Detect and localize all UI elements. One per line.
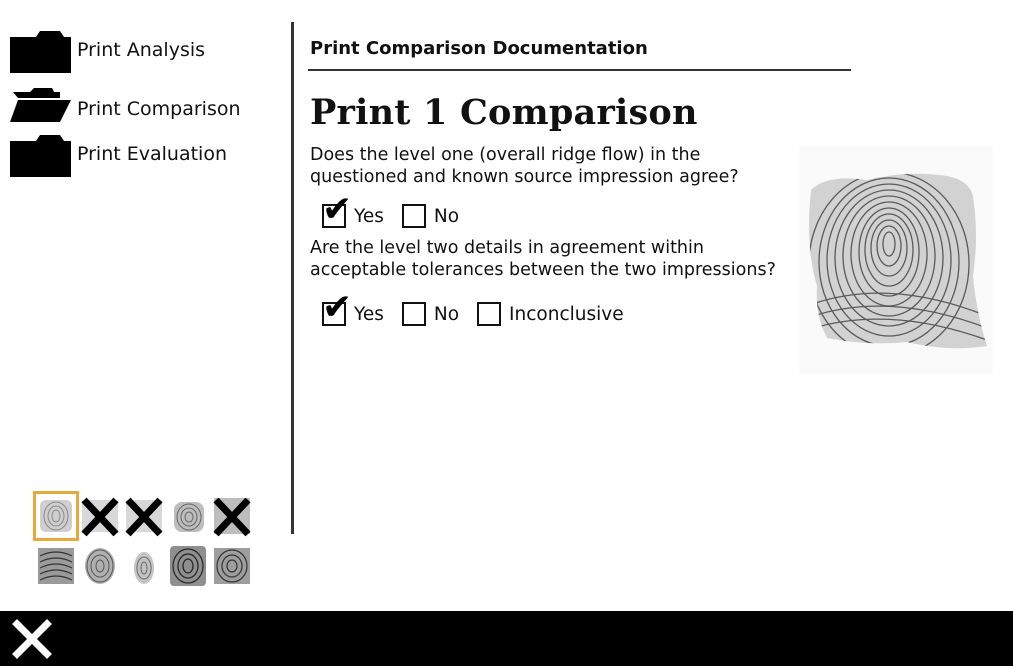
- folder-closed-icon: [10, 131, 71, 177]
- option-label: No: [433, 303, 460, 325]
- checkbox[interactable]: [477, 302, 502, 326]
- checkbox[interactable]: ✔: [322, 290, 352, 326]
- bottom-toolbar: [0, 611, 1013, 666]
- sidebar-item-label: Print Evaluation: [77, 143, 227, 165]
- sidebar-item-print-evaluation[interactable]: Print Evaluation: [10, 131, 227, 177]
- fingerprint-icon: [174, 502, 204, 532]
- fingerprint-icon: [170, 546, 206, 586]
- checkmark-icon: ✔: [322, 189, 353, 230]
- question-level-two: Are the level two details in agreement w…: [310, 238, 776, 280]
- option-label: Yes: [354, 205, 384, 227]
- sidebar-item-print-comparison[interactable]: Print Comparison: [10, 86, 241, 132]
- sidebar-item-label: Print Analysis: [77, 39, 206, 61]
- thumbnail-print-5[interactable]: [212, 494, 252, 538]
- header-divider: [308, 69, 851, 71]
- fingerprint-icon: [85, 548, 115, 584]
- fingerprint-image: [797, 146, 993, 374]
- folder-closed-icon: [10, 27, 71, 73]
- thumbnail-print-6[interactable]: [36, 544, 76, 588]
- option-inconclusive[interactable]: Inconclusive: [477, 302, 624, 326]
- checkmark-icon: ✔: [322, 287, 353, 328]
- thumbnail-print-9[interactable]: [168, 544, 208, 588]
- thumbnail-print-1[interactable]: [33, 491, 79, 541]
- fingerprint-icon: [38, 548, 74, 584]
- option-yes[interactable]: ✔ Yes: [322, 192, 384, 228]
- sidebar: Print Analysis Print Comparison Print Ev…: [0, 0, 292, 610]
- section-title: Print Comparison Documentation: [310, 38, 648, 59]
- checkbox[interactable]: ✔: [322, 192, 352, 228]
- option-no[interactable]: No: [401, 204, 460, 228]
- question-level-two-options: ✔ Yes No Inconclusive: [322, 290, 642, 326]
- question-level-one: Does the level one (overall ridge flow) …: [310, 145, 739, 187]
- option-label: No: [433, 205, 460, 227]
- vertical-divider: [291, 22, 294, 534]
- x-mark-icon: [125, 497, 163, 537]
- close-icon: [12, 619, 52, 659]
- sidebar-item-print-analysis[interactable]: Print Analysis: [10, 27, 205, 73]
- thumbnail-print-8[interactable]: [124, 544, 164, 588]
- folder-open-icon: [10, 86, 71, 132]
- checkbox[interactable]: [401, 302, 426, 326]
- checkbox[interactable]: [401, 204, 426, 228]
- option-label: Inconclusive: [509, 303, 624, 325]
- sidebar-item-label: Print Comparison: [77, 98, 241, 120]
- fingerprint-icon: [40, 500, 72, 532]
- option-yes[interactable]: ✔ Yes: [322, 290, 384, 326]
- thumbnail-print-10[interactable]: [212, 544, 252, 588]
- fingerprint-icon: [214, 548, 250, 584]
- thumbnail-print-4[interactable]: [168, 494, 208, 538]
- fingerprint-icon: [134, 552, 154, 584]
- thumbnail-print-3[interactable]: [124, 494, 164, 538]
- thumbnail-print-7[interactable]: [80, 544, 120, 588]
- option-label: Yes: [354, 303, 384, 325]
- page-title: Print 1 Comparison: [310, 92, 698, 133]
- thumbnail-print-2[interactable]: [80, 494, 120, 538]
- option-no[interactable]: No: [401, 302, 460, 326]
- x-mark-icon: [213, 497, 251, 537]
- question-level-one-options: ✔ Yes No: [322, 192, 477, 228]
- close-button[interactable]: [12, 619, 52, 659]
- x-mark-icon: [81, 497, 119, 537]
